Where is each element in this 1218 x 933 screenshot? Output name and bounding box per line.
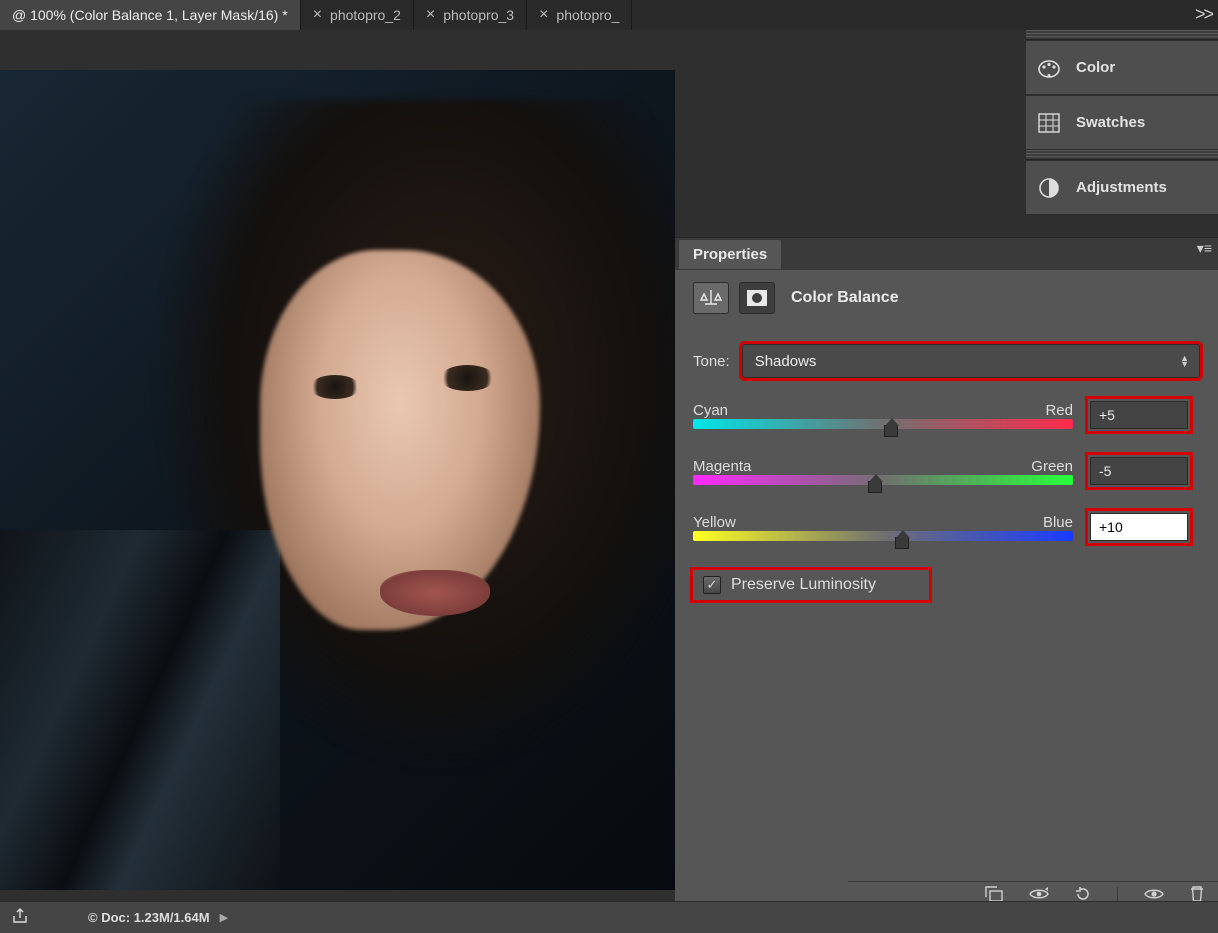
status-bar: © Doc: 1.23M/1.64M ▶ [0, 901, 1218, 933]
yellow-blue-value-input[interactable] [1090, 513, 1188, 541]
swatches-panel-tab[interactable]: Swatches [1026, 95, 1218, 150]
tabs-overflow-button[interactable]: >> [1195, 4, 1212, 25]
tone-value: Shadows [755, 353, 817, 370]
slider-track[interactable] [693, 531, 1073, 541]
close-icon[interactable]: × [313, 6, 322, 24]
magenta-green-value-input[interactable] [1090, 457, 1188, 485]
document-canvas[interactable] [0, 70, 675, 890]
tab-title: photopro_ [556, 7, 619, 23]
value-highlight [1085, 396, 1193, 434]
tab-active[interactable]: @ 100% (Color Balance 1, Layer Mask/16) … [0, 0, 301, 30]
right-panel-dock: Color Swatches Adjustments [1026, 30, 1218, 215]
status-menu-icon[interactable]: ▶ [220, 911, 228, 924]
adjustments-panel-tab[interactable]: Adjustments [1026, 160, 1218, 215]
share-icon[interactable] [12, 908, 28, 927]
panel-grip[interactable] [1026, 30, 1218, 40]
slider-right-label: Green [1031, 458, 1073, 475]
properties-tab-row: Properties ▾≡ [675, 238, 1218, 270]
adjustments-icon [1036, 177, 1062, 199]
slider-thumb[interactable] [884, 425, 898, 437]
dropdown-caret-icon: ▲▼ [1180, 355, 1189, 367]
slider-track[interactable] [693, 475, 1073, 485]
mask-icon [746, 289, 768, 307]
tab-photopro2[interactable]: × photopro_2 [301, 0, 414, 30]
balance-scale-icon [700, 288, 722, 308]
slider-thumb[interactable] [895, 537, 909, 549]
slider-thumb[interactable] [868, 481, 882, 493]
tone-label: Tone: [693, 353, 730, 370]
yellow-blue-slider: Yellow Blue [693, 508, 1200, 546]
properties-panel: Properties ▾≡ Color Balance Tone: Shadow… [675, 237, 1218, 911]
panel-label: Color [1076, 59, 1115, 76]
tab-photopro3[interactable]: × photopro_3 [414, 0, 527, 30]
checkbox-icon[interactable]: ✓ [703, 576, 721, 594]
close-icon[interactable]: × [426, 6, 435, 24]
slider-left-label: Cyan [693, 402, 728, 419]
slider-left-label: Yellow [693, 514, 736, 531]
panel-menu-icon[interactable]: ▾≡ [1197, 240, 1212, 257]
cyan-red-value-input[interactable] [1090, 401, 1188, 429]
color-balance-form: Tone: Shadows ▲▼ Cyan Red [675, 326, 1218, 600]
mask-icon-button[interactable] [739, 282, 775, 314]
preserve-luminosity-label: Preserve Luminosity [731, 576, 876, 594]
tab-title: @ 100% (Color Balance 1, Layer Mask/16) … [12, 7, 288, 23]
panel-label: Adjustments [1076, 179, 1167, 196]
palette-icon [1036, 57, 1062, 79]
preserve-luminosity-row[interactable]: ✓ Preserve Luminosity [693, 570, 929, 600]
swatches-icon [1036, 112, 1062, 134]
tab-photopro4[interactable]: × photopro_ [527, 0, 632, 30]
slider-right-label: Blue [1043, 514, 1073, 531]
properties-tab[interactable]: Properties [679, 240, 781, 269]
document-tabs: @ 100% (Color Balance 1, Layer Mask/16) … [0, 0, 1218, 30]
slider-left-label: Magenta [693, 458, 751, 475]
magenta-green-slider: Magenta Green [693, 452, 1200, 490]
value-highlight [1085, 452, 1193, 490]
properties-header: Color Balance [675, 270, 1218, 326]
tab-title: photopro_2 [330, 7, 401, 23]
tone-dropdown[interactable]: Shadows ▲▼ [742, 344, 1200, 378]
photo-placeholder [0, 70, 675, 890]
panel-grip[interactable] [1026, 150, 1218, 160]
color-panel-tab[interactable]: Color [1026, 40, 1218, 95]
cyan-red-slider: Cyan Red [693, 396, 1200, 434]
close-icon[interactable]: × [539, 6, 548, 24]
adjustment-title: Color Balance [791, 289, 899, 307]
adjustment-icon-button[interactable] [693, 282, 729, 314]
tone-row: Tone: Shadows ▲▼ [693, 344, 1200, 378]
slider-right-label: Red [1045, 402, 1073, 419]
slider-track[interactable] [693, 419, 1073, 429]
doc-info: © Doc: 1.23M/1.64M [88, 910, 210, 925]
tab-title: photopro_3 [443, 7, 514, 23]
panel-label: Swatches [1076, 114, 1145, 131]
value-highlight [1085, 508, 1193, 546]
